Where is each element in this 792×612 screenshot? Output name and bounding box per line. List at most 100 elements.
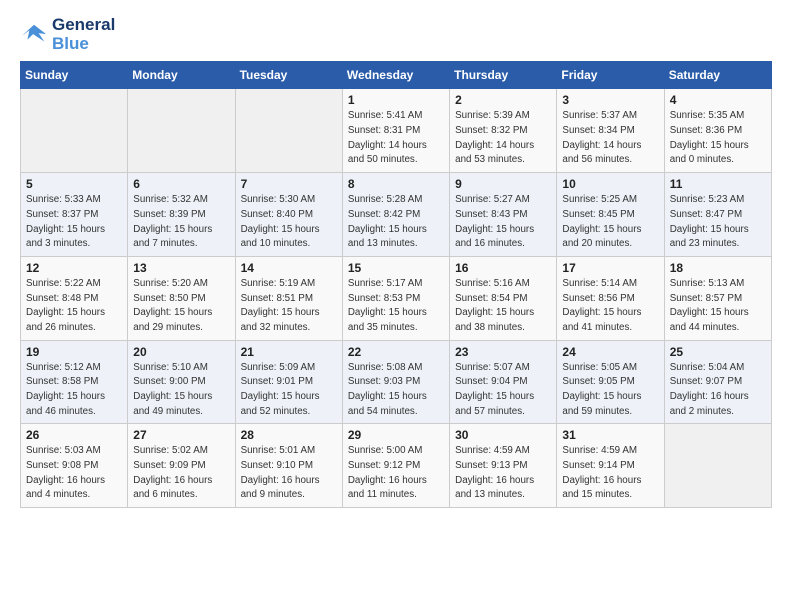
calendar-day-cell: 25 Sunrise: 5:04 AMSunset: 9:07 PMDayligh… — [664, 340, 771, 424]
day-number: 16 — [455, 261, 551, 275]
day-info: Sunrise: 5:37 AMSunset: 8:34 PMDaylight:… — [562, 109, 658, 168]
day-info: Sunrise: 5:27 AMSunset: 8:43 PMDaylight:… — [455, 193, 551, 252]
day-info: Sunrise: 5:20 AMSunset: 8:50 PMDaylight:… — [133, 277, 229, 336]
page-header: General Blue — [20, 16, 772, 53]
day-info: Sunrise: 5:02 AMSunset: 9:09 PMDaylight:… — [133, 444, 229, 503]
day-number: 26 — [26, 428, 122, 442]
calendar-day-cell: 9 Sunrise: 5:27 AMSunset: 8:43 PMDaylight… — [450, 173, 557, 257]
day-info: Sunrise: 5:00 AMSunset: 9:12 PMDaylight:… — [348, 444, 444, 503]
calendar-day-cell: 28 Sunrise: 5:01 AMSunset: 9:10 PMDayligh… — [235, 424, 342, 508]
day-number: 10 — [562, 177, 658, 191]
day-info: Sunrise: 4:59 AMSunset: 9:13 PMDaylight:… — [455, 444, 551, 503]
calendar-week-row: 5Sunrise: 5:33 AMSunset: 8:37 PMDaylight… — [21, 173, 772, 257]
calendar-day-cell: 12Sunrise: 5:22 AMSunset: 8:48 PMDayligh… — [21, 256, 128, 340]
day-number: 29 — [348, 428, 444, 442]
weekday-header: Saturday — [664, 62, 771, 89]
day-number: 27 — [133, 428, 229, 442]
calendar-day-cell: 27 Sunrise: 5:02 AMSunset: 9:09 PMDayligh… — [128, 424, 235, 508]
calendar-day-cell: 26 Sunrise: 5:03 AMSunset: 9:08 PMDayligh… — [21, 424, 128, 508]
day-info: Sunrise: 5:05 AMSunset: 9:05 PMDaylight:… — [562, 361, 658, 420]
weekday-header: Thursday — [450, 62, 557, 89]
day-info: Sunrise: 5:17 AMSunset: 8:53 PMDaylight:… — [348, 277, 444, 336]
weekday-header: Monday — [128, 62, 235, 89]
day-number: 24 — [562, 345, 658, 359]
calendar-week-row: 12Sunrise: 5:22 AMSunset: 8:48 PMDayligh… — [21, 256, 772, 340]
calendar-day-cell: 18 Sunrise: 5:13 AMSunset: 8:57 PMDayligh… — [664, 256, 771, 340]
calendar-week-row: 19 Sunrise: 5:12 AMSunset: 8:58 PMDayligh… — [21, 340, 772, 424]
calendar-day-cell: 21Sunrise: 5:09 AMSunset: 9:01 PMDayligh… — [235, 340, 342, 424]
calendar-day-cell: 31 Sunrise: 4:59 AMSunset: 9:14 PMDayligh… — [557, 424, 664, 508]
day-number: 28 — [241, 428, 337, 442]
calendar-week-row: 26 Sunrise: 5:03 AMSunset: 9:08 PMDayligh… — [21, 424, 772, 508]
day-number: 14 — [241, 261, 337, 275]
day-number: 11 — [670, 177, 766, 191]
day-number: 17 — [562, 261, 658, 275]
day-number: 9 — [455, 177, 551, 191]
logo-icon — [20, 21, 48, 49]
weekday-header: Sunday — [21, 62, 128, 89]
day-info: Sunrise: 5:16 AMSunset: 8:54 PMDaylight:… — [455, 277, 551, 336]
calendar-day-cell — [664, 424, 771, 508]
day-info: Sunrise: 5:32 AMSunset: 8:39 PMDaylight:… — [133, 193, 229, 252]
day-number: 21 — [241, 345, 337, 359]
day-number: 1 — [348, 93, 444, 107]
calendar-day-cell — [128, 89, 235, 173]
calendar-week-row: 1 Sunrise: 5:41 AMSunset: 8:31 PMDaylight… — [21, 89, 772, 173]
day-number: 31 — [562, 428, 658, 442]
day-number: 25 — [670, 345, 766, 359]
day-info: Sunrise: 5:08 AMSunset: 9:03 PMDaylight:… — [348, 361, 444, 420]
day-info: Sunrise: 5:22 AMSunset: 8:48 PMDaylight:… — [26, 277, 122, 336]
calendar-day-cell: 20 Sunrise: 5:10 AMSunset: 9:00 PMDayligh… — [128, 340, 235, 424]
day-number: 22 — [348, 345, 444, 359]
day-info: Sunrise: 5:01 AMSunset: 9:10 PMDaylight:… — [241, 444, 337, 503]
day-number: 13 — [133, 261, 229, 275]
day-number: 19 — [26, 345, 122, 359]
day-number: 3 — [562, 93, 658, 107]
day-info: Sunrise: 5:12 AMSunset: 8:58 PMDaylight:… — [26, 361, 122, 420]
day-info: Sunrise: 5:41 AMSunset: 8:31 PMDaylight:… — [348, 109, 444, 168]
day-number: 5 — [26, 177, 122, 191]
calendar-day-cell: 1 Sunrise: 5:41 AMSunset: 8:31 PMDaylight… — [342, 89, 449, 173]
day-info: Sunrise: 5:04 AMSunset: 9:07 PMDaylight:… — [670, 361, 766, 420]
calendar-day-cell — [235, 89, 342, 173]
calendar-day-cell: 5Sunrise: 5:33 AMSunset: 8:37 PMDaylight… — [21, 173, 128, 257]
calendar-day-cell: 19 Sunrise: 5:12 AMSunset: 8:58 PMDayligh… — [21, 340, 128, 424]
day-number: 4 — [670, 93, 766, 107]
day-info: Sunrise: 5:13 AMSunset: 8:57 PMDaylight:… — [670, 277, 766, 336]
day-info: Sunrise: 5:28 AMSunset: 8:42 PMDaylight:… — [348, 193, 444, 252]
day-number: 30 — [455, 428, 551, 442]
day-info: Sunrise: 5:14 AMSunset: 8:56 PMDaylight:… — [562, 277, 658, 336]
day-info: Sunrise: 5:19 AMSunset: 8:51 PMDaylight:… — [241, 277, 337, 336]
day-number: 7 — [241, 177, 337, 191]
calendar-day-cell: 17 Sunrise: 5:14 AMSunset: 8:56 PMDayligh… — [557, 256, 664, 340]
day-info: Sunrise: 5:39 AMSunset: 8:32 PMDaylight:… — [455, 109, 551, 168]
day-number: 8 — [348, 177, 444, 191]
day-info: Sunrise: 5:35 AMSunset: 8:36 PMDaylight:… — [670, 109, 766, 168]
calendar-day-cell: 4 Sunrise: 5:35 AMSunset: 8:36 PMDaylight… — [664, 89, 771, 173]
day-number: 6 — [133, 177, 229, 191]
calendar-day-cell: 23Sunrise: 5:07 AMSunset: 9:04 PMDayligh… — [450, 340, 557, 424]
day-info: Sunrise: 4:59 AMSunset: 9:14 PMDaylight:… — [562, 444, 658, 503]
day-info: Sunrise: 5:30 AMSunset: 8:40 PMDaylight:… — [241, 193, 337, 252]
day-info: Sunrise: 5:25 AMSunset: 8:45 PMDaylight:… — [562, 193, 658, 252]
calendar-table: SundayMondayTuesdayWednesdayThursdayFrid… — [20, 61, 772, 508]
day-number: 2 — [455, 93, 551, 107]
day-info: Sunrise: 5:03 AMSunset: 9:08 PMDaylight:… — [26, 444, 122, 503]
weekday-header: Wednesday — [342, 62, 449, 89]
calendar-day-cell: 14 Sunrise: 5:19 AMSunset: 8:51 PMDayligh… — [235, 256, 342, 340]
calendar-day-cell: 24 Sunrise: 5:05 AMSunset: 9:05 PMDayligh… — [557, 340, 664, 424]
weekday-header: Friday — [557, 62, 664, 89]
calendar-day-cell: 15 Sunrise: 5:17 AMSunset: 8:53 PMDayligh… — [342, 256, 449, 340]
day-info: Sunrise: 5:10 AMSunset: 9:00 PMDaylight:… — [133, 361, 229, 420]
day-number: 18 — [670, 261, 766, 275]
calendar-day-cell: 29 Sunrise: 5:00 AMSunset: 9:12 PMDayligh… — [342, 424, 449, 508]
weekday-header: Tuesday — [235, 62, 342, 89]
calendar-day-cell: 7 Sunrise: 5:30 AMSunset: 8:40 PMDaylight… — [235, 173, 342, 257]
calendar-header-row: SundayMondayTuesdayWednesdayThursdayFrid… — [21, 62, 772, 89]
calendar-day-cell: 3 Sunrise: 5:37 AMSunset: 8:34 PMDaylight… — [557, 89, 664, 173]
day-number: 15 — [348, 261, 444, 275]
day-number: 20 — [133, 345, 229, 359]
logo: General Blue — [20, 16, 115, 53]
day-info: Sunrise: 5:23 AMSunset: 8:47 PMDaylight:… — [670, 193, 766, 252]
calendar-day-cell: 30 Sunrise: 4:59 AMSunset: 9:13 PMDayligh… — [450, 424, 557, 508]
